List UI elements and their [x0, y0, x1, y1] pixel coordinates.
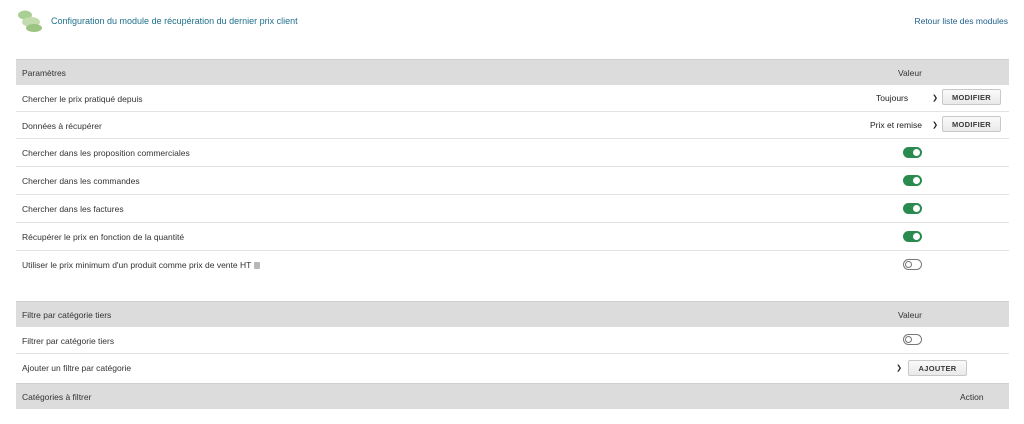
toggle-factures-switch[interactable] [903, 203, 922, 214]
module-logo-icon [18, 10, 42, 32]
row-label-with-info: Utiliser le prix minimum d'un produit co… [22, 260, 261, 270]
row-label: Récupérer le prix en fonction de la quan… [22, 232, 185, 242]
modify-button[interactable]: MODIFIER [942, 116, 1001, 132]
categories-table-header: Catégories à filtrer Action [16, 383, 1009, 409]
toggle-prix-minimum-switch[interactable] [903, 259, 922, 270]
parameters-table: Paramètres Valeur Chercher le prix prati… [16, 59, 1009, 278]
table-row: Chercher dans les factures [16, 195, 1009, 223]
add-filter-button[interactable]: AJOUTER [908, 360, 967, 376]
row-label: Chercher dans les commandes [22, 176, 140, 186]
toggle-propals-switch[interactable] [903, 147, 922, 158]
table-row: Utiliser le prix minimum d'un produit co… [16, 251, 1009, 278]
back-to-modules-link[interactable]: Retour liste des modules [914, 16, 1008, 26]
row-label: Chercher dans les proposition commercial… [22, 148, 190, 158]
col-header-action: Action [960, 392, 984, 402]
table-row: Chercher dans les proposition commercial… [16, 139, 1009, 167]
toggle-commandes-switch[interactable] [903, 175, 922, 186]
categories-table: Catégories à filtrer Action [16, 383, 1009, 409]
row-label: Ajouter un filtre par catégorie [22, 363, 132, 373]
col-header-categories: Catégories à filtrer [22, 392, 92, 402]
toggle-quantite-switch[interactable] [903, 231, 922, 242]
select-value: Toujours [876, 92, 909, 103]
page-title: Configuration du module de récupération … [51, 16, 298, 26]
filter-table-header: Filtre par catégorie tiers Valeur [16, 301, 1009, 327]
table-row: Récupérer le prix en fonction de la quan… [16, 223, 1009, 251]
row-label: Utiliser le prix minimum d'un produit co… [22, 260, 252, 270]
col-header-valeur: Valeur [898, 310, 922, 320]
select-value: Prix et remise [870, 119, 922, 130]
col-header-valeur: Valeur [898, 68, 922, 78]
data-to-fetch-select[interactable]: Prix et remise ❯ [868, 117, 940, 132]
modify-button[interactable]: MODIFIER [942, 89, 1001, 105]
category-select[interactable]: ❯ [848, 360, 904, 375]
col-header-parametres: Paramètres [22, 68, 66, 78]
info-icon[interactable] [254, 262, 261, 269]
chevron-down-icon: ❯ [932, 94, 938, 102]
table-row: Chercher le prix pratiqué depuis Toujour… [16, 85, 1009, 112]
table-row: Ajouter un filtre par catégorie ❯ AJOUTE… [16, 354, 1009, 382]
table-row: Données à récupérer Prix et remise ❯ MOD… [16, 112, 1009, 139]
table-row: Filtrer par catégorie tiers [16, 327, 1009, 354]
filter-table: Filtre par catégorie tiers Valeur Filtre… [16, 301, 1009, 382]
row-label: Données à récupérer [22, 121, 102, 131]
price-period-select[interactable]: Toujours ❯ [874, 90, 940, 105]
parameters-table-header: Paramètres Valeur [16, 59, 1009, 85]
chevron-down-icon: ❯ [896, 364, 902, 372]
toggle-filtre-categorie-switch[interactable] [903, 334, 922, 345]
row-label: Chercher le prix pratiqué depuis [22, 94, 143, 104]
col-header-filtre: Filtre par catégorie tiers [22, 310, 112, 320]
table-row: Chercher dans les commandes [16, 167, 1009, 195]
row-label: Filtrer par catégorie tiers [22, 336, 115, 346]
page-header: Configuration du module de récupération … [0, 0, 1024, 48]
row-label: Chercher dans les factures [22, 204, 124, 214]
chevron-down-icon: ❯ [932, 121, 938, 129]
